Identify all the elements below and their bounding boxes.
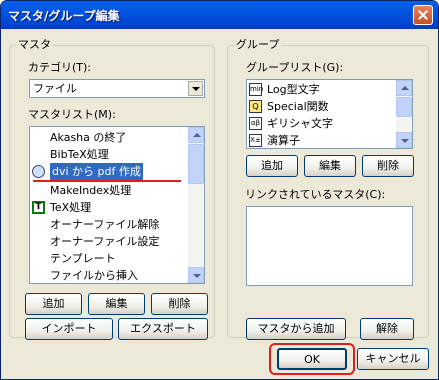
cancel-button[interactable]: キャンセル: [357, 348, 429, 370]
group-section: グループ グループリスト(G): min Log型文字 Q Special関数 …: [227, 38, 429, 340]
group-section-label: グループ: [234, 38, 282, 52]
operator-icon: X±: [249, 134, 262, 147]
group-list[interactable]: min Log型文字 Q Special関数 αβ ギリシャ文字 X± 演算子: [246, 79, 413, 149]
ok-button[interactable]: OK: [277, 348, 347, 370]
master-group-label: マスタ: [16, 38, 53, 52]
master-add-button[interactable]: 追加: [25, 293, 82, 315]
category-label: カテゴリ(T):: [28, 61, 92, 74]
list-item-selected[interactable]: dvi から pdf 作成: [30, 162, 186, 181]
import-button[interactable]: インポート: [25, 318, 113, 340]
unlink-button[interactable]: 解除: [360, 318, 414, 340]
min-icon: min: [249, 83, 263, 96]
window-title: マスタ/グループ編集: [8, 9, 120, 23]
master-list-label: マスタリスト(M):: [28, 108, 116, 121]
group-delete-button[interactable]: 削除: [362, 155, 414, 177]
tex-icon: T: [32, 201, 45, 214]
pencil-icon: [30, 162, 48, 181]
add-from-master-button[interactable]: マスタから追加: [246, 318, 346, 340]
group-list-scrollbar[interactable]: [396, 80, 412, 148]
group-add-button[interactable]: 追加: [246, 155, 298, 177]
scroll-thumb[interactable]: [396, 97, 412, 117]
master-list[interactable]: Akasha の終了 BibTeX処理 dvi から pdf 作成 MakeIn…: [29, 126, 205, 284]
linked-master-label: リンクされているマスタ(C):: [245, 188, 386, 201]
close-icon[interactable]: [413, 5, 433, 25]
magnifier-icon: Q: [249, 100, 262, 113]
master-list-scrollbar[interactable]: [188, 127, 204, 283]
title-bar[interactable]: マスタ/グループ編集: [1, 1, 438, 29]
category-select[interactable]: ファイル: [29, 79, 205, 98]
greek-icon: αβ: [249, 117, 262, 130]
chevron-down-icon[interactable]: [188, 81, 203, 96]
export-button[interactable]: エクスポート: [118, 318, 208, 340]
scroll-down-icon[interactable]: [188, 267, 204, 283]
scroll-thumb[interactable]: [188, 144, 204, 184]
scroll-down-icon[interactable]: [396, 132, 412, 148]
master-delete-button[interactable]: 削除: [151, 293, 208, 315]
master-group: マスタ カテゴリ(T): ファイル マスタリスト(M): Akasha の終了 …: [9, 38, 215, 340]
master-edit-button[interactable]: 編集: [88, 293, 145, 315]
scroll-up-icon[interactable]: [188, 127, 204, 143]
dialog-window: マスタ/グループ編集 マスタ カテゴリ(T): ファイル マスタリスト(M): …: [0, 0, 439, 380]
linked-master-list[interactable]: [246, 206, 413, 286]
scroll-up-icon[interactable]: [396, 80, 412, 96]
category-value: ファイル: [33, 82, 77, 95]
group-edit-button[interactable]: 編集: [304, 155, 356, 177]
group-list-label: グループリスト(G):: [246, 61, 344, 74]
